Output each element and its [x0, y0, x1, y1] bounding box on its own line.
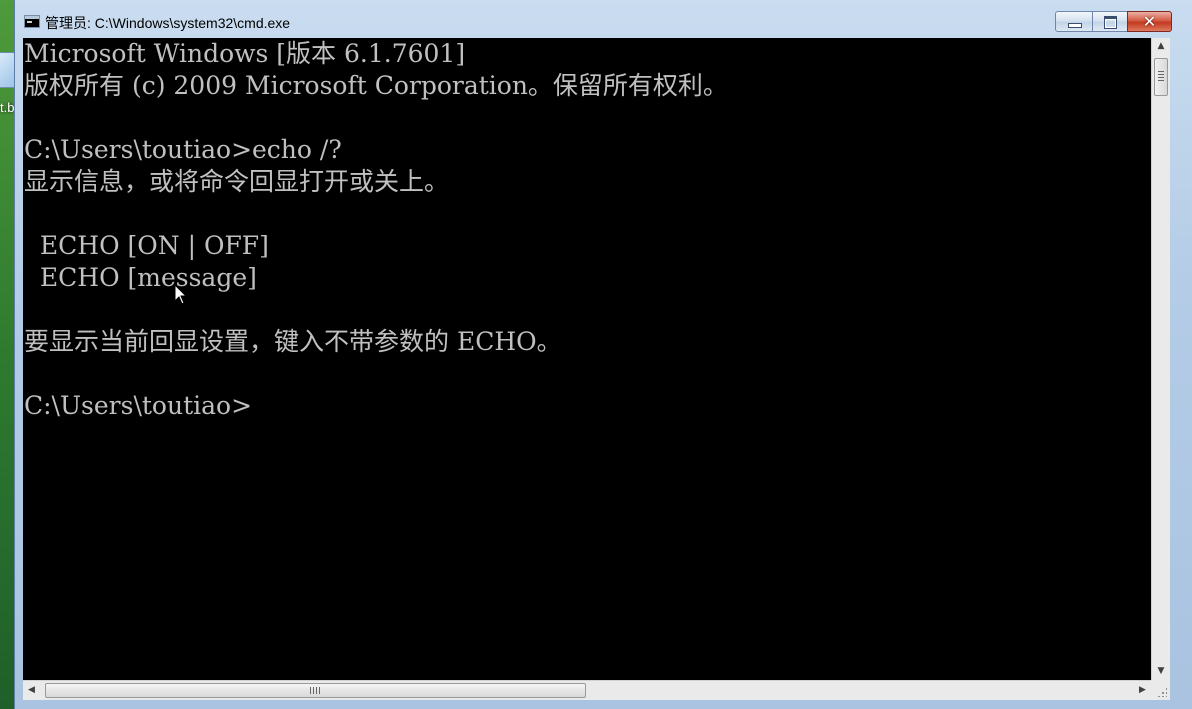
console-line: ECHO [ON | OFF]: [24, 231, 269, 260]
console-line: ECHO [message]: [24, 263, 257, 292]
console-line: 要显示当前回显设置，键入不带参数的 ECHO。: [24, 327, 562, 356]
desktop: t.b 管理员: C:\Windows\system32\cmd.exe ✕ M…: [0, 0, 1192, 709]
window-frame-bottom: [15, 700, 1192, 709]
minimize-button[interactable]: [1055, 11, 1093, 32]
console-line: 版权所有 (c) 2009 Microsoft Corporation。保留所有…: [24, 71, 728, 100]
title-bar[interactable]: 管理员: C:\Windows\system32\cmd.exe ✕: [15, 0, 1192, 38]
console-line: 显示信息，或将命令回显打开或关上。: [24, 167, 450, 196]
console-line: Microsoft Windows [版本 6.1.7601]: [24, 39, 466, 68]
scroll-right-arrow-icon[interactable]: ▶: [1134, 681, 1151, 700]
grip-icon: [1158, 71, 1164, 81]
maximize-button[interactable]: [1092, 11, 1128, 32]
close-button[interactable]: ✕: [1127, 11, 1172, 32]
mouse-pointer-icon: [174, 284, 188, 305]
minimize-icon: [1068, 23, 1082, 28]
scroll-up-arrow-icon[interactable]: ▲: [1152, 38, 1170, 55]
vertical-scroll-thumb[interactable]: [1154, 58, 1168, 96]
horizontal-scrollbar[interactable]: ◀ ▶: [23, 680, 1151, 700]
console-output[interactable]: Microsoft Windows [版本 6.1.7601] 版权所有 (c)…: [23, 38, 1151, 680]
horizontal-scroll-thumb[interactable]: [45, 683, 586, 698]
resize-grip-icon: [1157, 687, 1167, 697]
close-icon: ✕: [1142, 12, 1157, 31]
scroll-down-arrow-icon[interactable]: ▼: [1152, 663, 1170, 680]
scroll-left-arrow-icon[interactable]: ◀: [23, 681, 40, 700]
maximize-icon: [1104, 16, 1117, 29]
console-line: C:\Users\toutiao>echo /?: [24, 135, 342, 164]
console-prompt[interactable]: C:\Users\toutiao>: [24, 390, 252, 422]
desktop-icon-label[interactable]: t.b: [0, 100, 14, 115]
grip-icon: [310, 687, 320, 694]
vertical-scrollbar[interactable]: ▲ ▼: [1151, 38, 1170, 680]
window-title: 管理员: C:\Windows\system32\cmd.exe: [45, 15, 291, 31]
resize-grip[interactable]: [1151, 680, 1170, 700]
cmd-window: 管理员: C:\Windows\system32\cmd.exe ✕ Micro…: [14, 0, 1192, 709]
cmd-console-icon[interactable]: [24, 15, 40, 28]
